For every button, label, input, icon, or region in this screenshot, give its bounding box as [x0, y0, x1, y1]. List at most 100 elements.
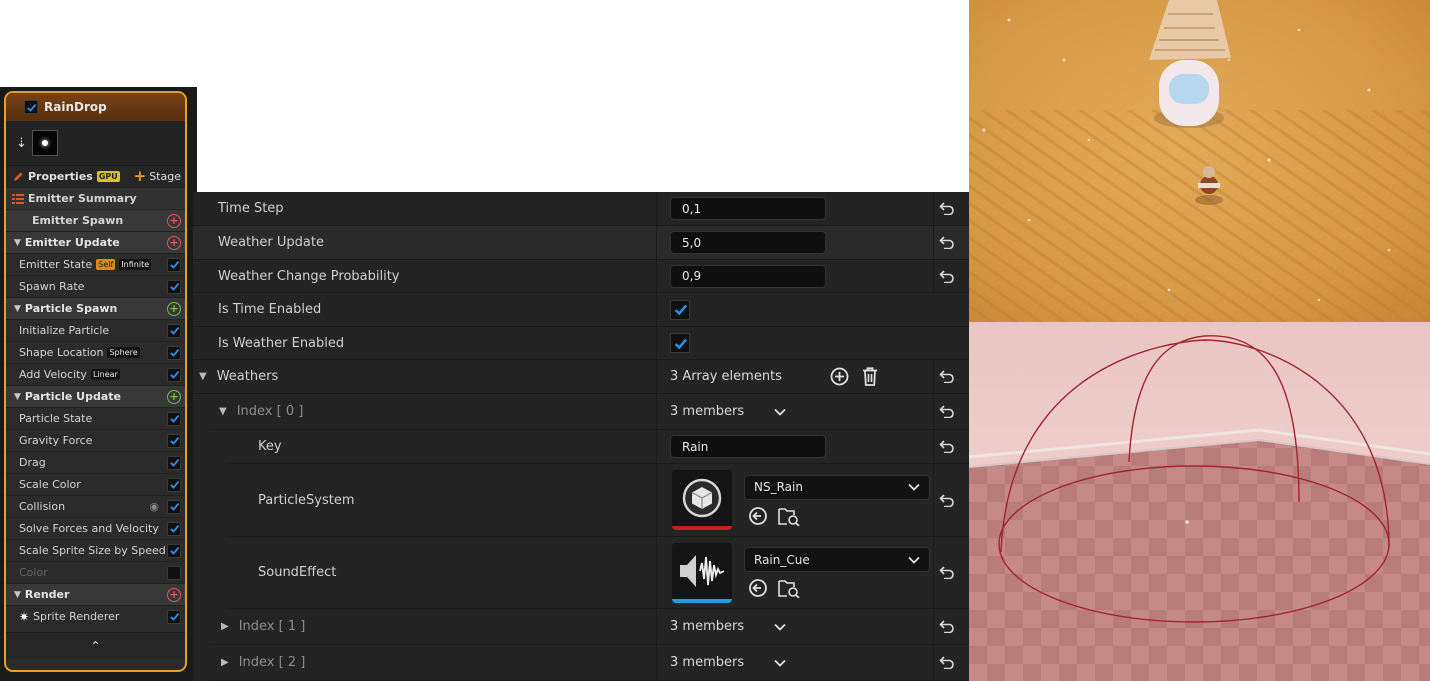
time-step-input[interactable]: 0,1: [670, 197, 826, 220]
module-row[interactable]: Add Velocity Linear: [6, 363, 185, 385]
emitter-node[interactable]: RainDrop ⇣ Properties GPU + Stage Emitte…: [4, 91, 187, 672]
emitter-name: RainDrop: [44, 100, 107, 114]
chevron-down-icon[interactable]: [774, 408, 786, 416]
reset-to-default-icon[interactable]: [933, 609, 961, 644]
checkmark-icon: [169, 414, 179, 423]
emitter-properties-row[interactable]: Properties GPU + Stage: [6, 165, 185, 187]
expand-triangle-icon[interactable]: ▼: [14, 590, 21, 600]
module-row[interactable]: Collision ◉: [6, 495, 185, 517]
browse-folder-icon[interactable]: [778, 506, 800, 526]
add-element-icon[interactable]: [830, 367, 849, 386]
module-row[interactable]: Shape Location Sphere: [6, 341, 185, 363]
row-weathers[interactable]: ▼ Weathers 3 Array elements: [193, 360, 969, 394]
reset-to-default-icon[interactable]: [933, 260, 961, 292]
expand-triangle-icon[interactable]: ▼: [219, 406, 227, 417]
game-viewport[interactable]: [969, 0, 1430, 322]
module-row[interactable]: Emitter State Self Infinite: [6, 253, 185, 275]
checkmark-icon: [26, 103, 36, 112]
module-enabled-checkbox[interactable]: [167, 323, 181, 338]
module-tag: Sphere: [107, 347, 140, 358]
eye-icon[interactable]: ◉: [149, 500, 159, 513]
particle-system-dropdown[interactable]: NS_Rain: [744, 474, 930, 500]
sprite-renderer-icon: ✷: [19, 609, 30, 624]
key-input[interactable]: Rain: [670, 435, 826, 458]
add-module-button[interactable]: +: [167, 301, 181, 316]
reset-to-default-icon[interactable]: [933, 192, 961, 225]
module-row[interactable]: Scale Color: [6, 473, 185, 495]
reset-to-default-icon[interactable]: [933, 430, 961, 463]
collapsed-triangle-icon[interactable]: ▶: [221, 657, 229, 668]
expand-triangle-icon[interactable]: ▼: [14, 304, 21, 314]
section-header[interactable]: ▼ Particle Update +: [6, 385, 185, 407]
module-enabled-checkbox[interactable]: [167, 411, 181, 426]
particle-system-thumbnail[interactable]: [672, 470, 732, 530]
reset-to-default-icon[interactable]: [933, 360, 961, 393]
gpu-badge: GPU: [96, 171, 120, 182]
module-row[interactable]: Gravity Force: [6, 429, 185, 451]
reset-to-default-icon[interactable]: [933, 394, 961, 429]
module-row[interactable]: Scale Sprite Size by Speed: [6, 539, 185, 561]
editor-viewport[interactable]: [969, 322, 1430, 681]
add-module-button[interactable]: +: [167, 587, 181, 602]
weather-change-probability-input[interactable]: 0,9: [670, 264, 826, 288]
chevron-down-icon[interactable]: [774, 623, 786, 631]
reset-to-default-icon[interactable]: [933, 226, 961, 259]
section-header[interactable]: ▼ Render +: [6, 583, 185, 605]
module-enabled-checkbox[interactable]: [167, 477, 181, 492]
collapse-button[interactable]: ⌃: [6, 632, 185, 658]
module-enabled-checkbox[interactable]: [167, 455, 181, 470]
emitter-summary-row[interactable]: Emitter Summary: [6, 187, 185, 209]
section-header[interactable]: ▼ Emitter Update +: [6, 231, 185, 253]
module-row[interactable]: Initialize Particle: [6, 319, 185, 341]
module-enabled-checkbox[interactable]: [167, 367, 181, 382]
module-enabled-checkbox[interactable]: [167, 257, 181, 272]
expand-triangle-icon[interactable]: ▼: [14, 392, 21, 402]
expand-triangle-icon[interactable]: ▼: [199, 371, 207, 382]
module-enabled-checkbox[interactable]: [167, 543, 181, 558]
module-row[interactable]: Spawn Rate: [6, 275, 185, 297]
module-row[interactable]: Color: [6, 561, 185, 583]
module-enabled-checkbox[interactable]: [167, 499, 181, 514]
reset-to-default-icon[interactable]: [933, 537, 961, 608]
row-index-0[interactable]: ▼ Index [ 0 ] 3 members: [209, 394, 969, 430]
module-row[interactable]: Particle State: [6, 407, 185, 429]
weather-update-input[interactable]: 5,0: [670, 231, 826, 254]
weather-update-label: Weather Update: [218, 235, 324, 250]
module-enabled-checkbox[interactable]: [167, 609, 181, 624]
module-enabled-checkbox[interactable]: [167, 521, 181, 536]
emitter-enabled-checkbox[interactable]: [24, 100, 38, 114]
row-sound-effect: SoundEffect Rain_Cue: [229, 537, 969, 609]
section-header[interactable]: ▼ Particle Spawn +: [6, 297, 185, 319]
collapsed-triangle-icon[interactable]: ▶: [221, 621, 229, 632]
add-stage-button[interactable]: + Stage: [134, 169, 181, 184]
emitter-title-bar[interactable]: RainDrop: [6, 93, 185, 121]
module-row[interactable]: Solve Forces and Velocity: [6, 517, 185, 539]
module-enabled-checkbox[interactable]: [167, 433, 181, 448]
emitter-preview[interactable]: [31, 130, 58, 156]
module-enabled-checkbox[interactable]: [167, 279, 181, 294]
browse-folder-icon[interactable]: [778, 578, 800, 598]
use-selected-asset-icon[interactable]: [748, 506, 768, 526]
chevron-down-icon[interactable]: [774, 659, 786, 667]
sound-effect-dropdown[interactable]: Rain_Cue: [744, 547, 930, 572]
module-row[interactable]: ✷ Sprite Renderer: [6, 605, 185, 627]
is-time-enabled-checkbox[interactable]: [670, 299, 690, 320]
row-index-1[interactable]: ▶ Index [ 1 ] 3 members: [209, 609, 969, 645]
sound-effect-thumbnail[interactable]: [672, 542, 732, 603]
add-module-button[interactable]: +: [167, 389, 181, 404]
module-enabled-checkbox[interactable]: [167, 345, 181, 360]
expand-triangle-icon[interactable]: ▼: [14, 238, 21, 248]
checkmark-icon: [169, 282, 179, 291]
module-enabled-checkbox[interactable]: [167, 565, 181, 580]
reset-to-default-icon[interactable]: [933, 645, 961, 680]
add-module-button[interactable]: +: [167, 235, 181, 250]
is-weather-enabled-checkbox[interactable]: [670, 333, 690, 353]
add-module-button[interactable]: +: [167, 213, 181, 228]
module-row[interactable]: Drag: [6, 451, 185, 473]
use-selected-asset-icon[interactable]: [748, 578, 768, 598]
reset-to-default-icon[interactable]: [933, 464, 961, 536]
row-index-2[interactable]: ▶ Index [ 2 ] 3 members: [209, 645, 969, 681]
pin-icon[interactable]: ⇣: [16, 136, 27, 151]
trash-icon[interactable]: [862, 367, 878, 386]
emitter-spawn-row[interactable]: Emitter Spawn +: [6, 209, 185, 231]
